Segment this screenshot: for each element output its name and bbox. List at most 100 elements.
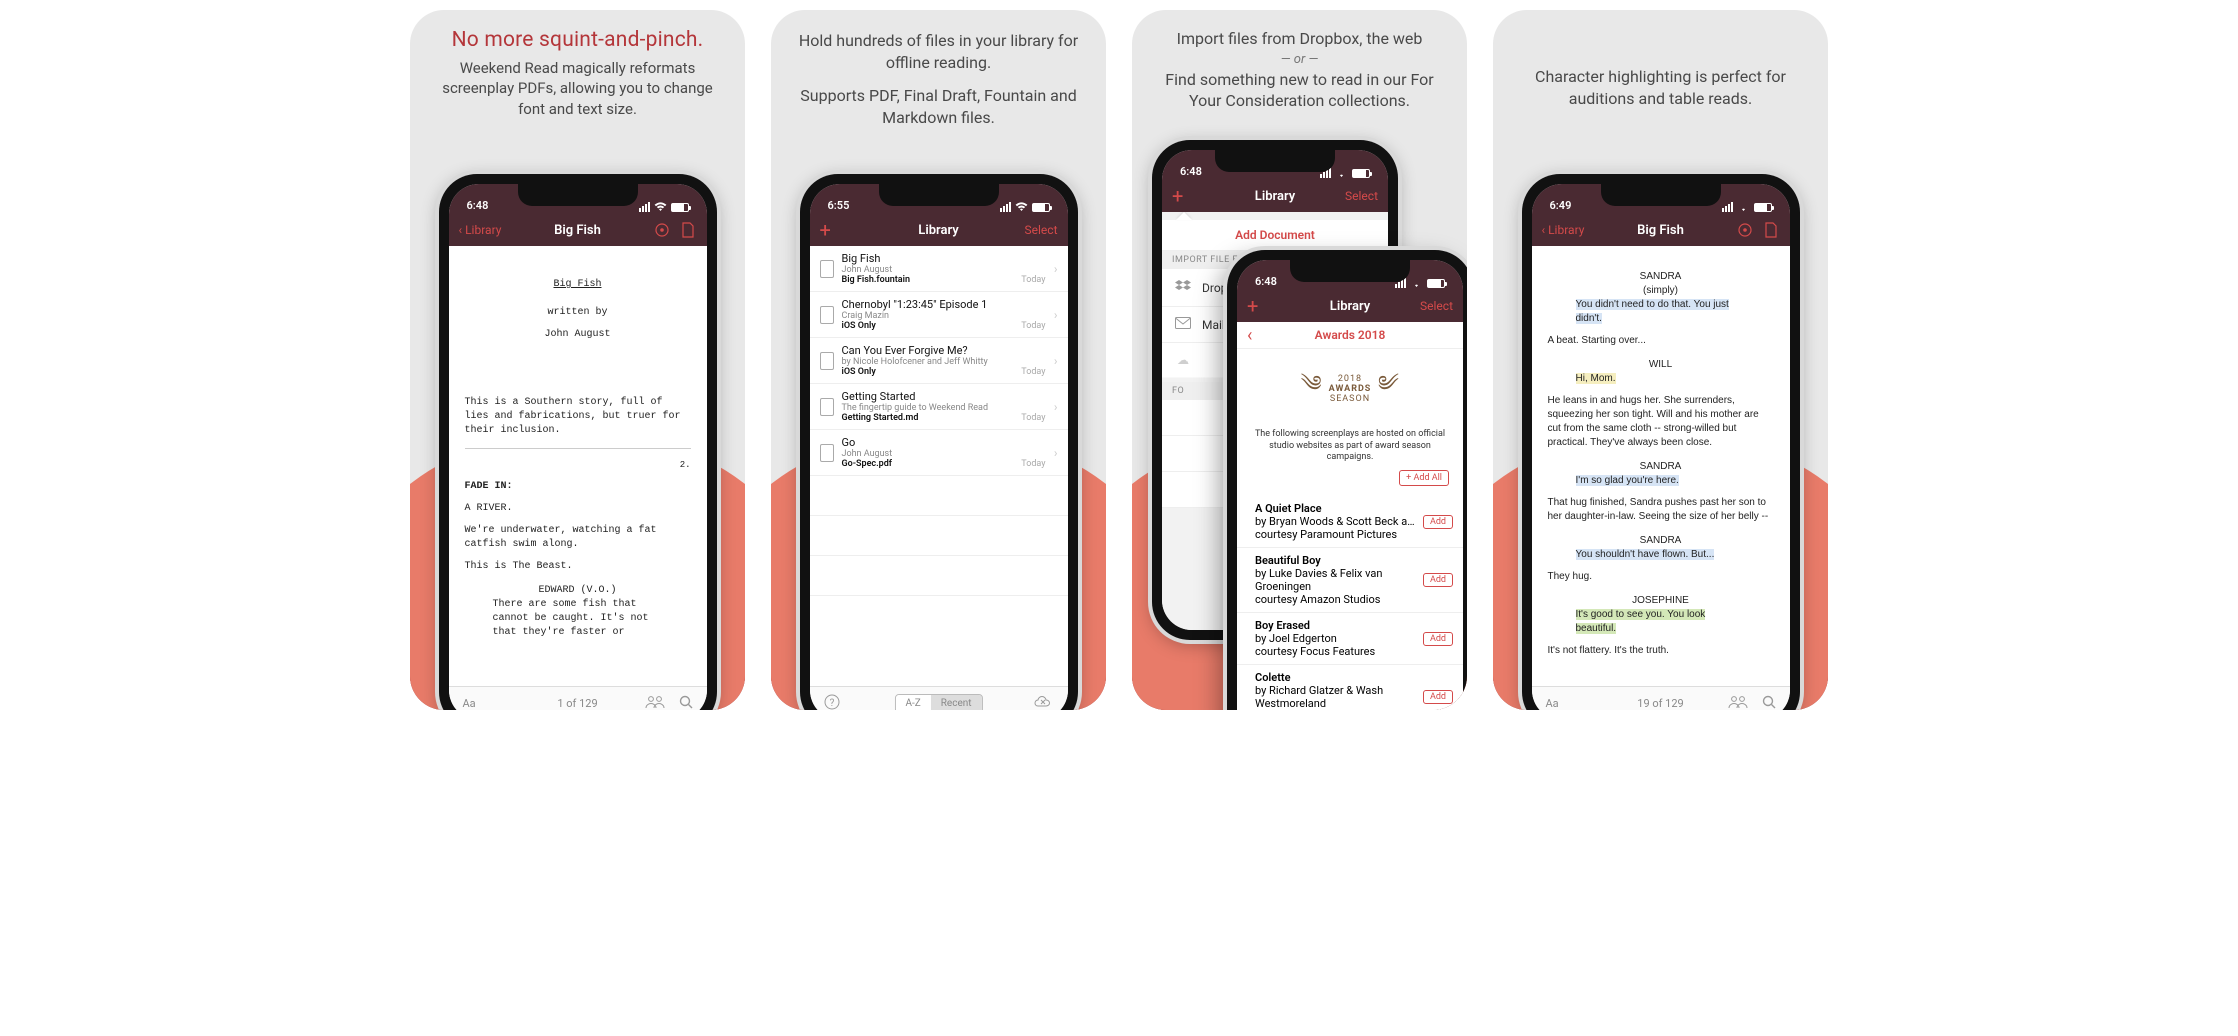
add-button[interactable]: Add: [1423, 573, 1453, 587]
document-icon: [820, 352, 834, 370]
document-icon[interactable]: [1762, 221, 1780, 239]
navbar: + Library Select: [1162, 180, 1388, 212]
library-item[interactable]: Go John August Go-Spec.pdf Today ›: [810, 430, 1068, 476]
dialogue-line: There are some fish that cannot be caugh…: [493, 598, 663, 640]
library-item[interactable]: Getting Started The fingertip guide to W…: [810, 384, 1068, 430]
status-icons: [1000, 202, 1050, 212]
item-date: Today: [1021, 275, 1045, 285]
page-divider: [465, 448, 691, 449]
search-icon[interactable]: [1762, 695, 1776, 710]
wifi-icon: [654, 202, 667, 212]
navbar-title: Big Fish: [1637, 223, 1684, 238]
library-item[interactable]: Chernobyl "1:23:45" Episode 1 Craig Mazi…: [810, 292, 1068, 338]
sort-segment[interactable]: A-Z Recent: [894, 694, 982, 710]
document-icon[interactable]: [679, 221, 697, 239]
target-icon[interactable]: [653, 221, 671, 239]
pane-3-or: — or —: [1281, 50, 1319, 69]
library-list[interactable]: Big Fish John August Big Fish.fountain T…: [810, 246, 1068, 686]
library-item[interactable]: Can You Ever Forgive Me? by Nicole Holof…: [810, 338, 1068, 384]
status-time: 6:48: [1180, 165, 1202, 178]
screenplay-content[interactable]: Big Fish written by John August This is …: [449, 246, 707, 686]
add-all-button[interactable]: + Add All: [1399, 470, 1449, 486]
font-button[interactable]: Aa: [1546, 697, 1559, 710]
screenplay-highlighted[interactable]: SANDRA (simply) You didn't need to do th…: [1532, 246, 1790, 686]
character-cue: EDWARD (V.O.): [465, 584, 691, 598]
back-button[interactable]: ‹ Library: [1542, 223, 1585, 237]
item-filename: iOS Only: [842, 321, 1046, 331]
item-title: Go: [842, 436, 1046, 449]
document-icon: [820, 306, 834, 324]
action-hug: He leans in and hugs her. She surrenders…: [1548, 394, 1774, 450]
wifi-icon: [1737, 202, 1750, 212]
cue-will: WILL: [1548, 358, 1774, 372]
item-title: Can You Ever Forgive Me?: [842, 344, 1046, 357]
award-item[interactable]: Boy Erased by Joel Edgerton courtesy Foc…: [1237, 613, 1463, 665]
status-icons: [639, 202, 689, 212]
mail-icon: [1174, 317, 1192, 332]
item-title: Big Fish: [842, 252, 1046, 265]
pane-4-title: Character highlighting is perfect for au…: [1493, 10, 1828, 109]
promo-pane-1: No more squint-and-pinch. Weekend Read m…: [410, 10, 745, 710]
item-filename: Getting Started.md: [842, 413, 1046, 423]
library-item[interactable]: Big Fish John August Big Fish.fountain T…: [810, 246, 1068, 292]
action-beat: A beat. Starting over...: [1548, 334, 1774, 348]
select-button[interactable]: Select: [1025, 223, 1058, 237]
signal-icon: [1000, 202, 1011, 212]
action-flattery: It's not flattery. It's the truth.: [1548, 644, 1774, 658]
add-button[interactable]: Add: [1423, 690, 1453, 704]
document-icon: [820, 260, 834, 278]
navbar-title: Library: [918, 223, 958, 238]
font-button[interactable]: Aa: [463, 697, 476, 710]
back-button[interactable]: ‹ Library: [459, 223, 502, 237]
award-title: Colette: [1255, 671, 1415, 684]
search-icon[interactable]: [679, 695, 693, 710]
pane-3-title-a: Import files from Dropbox, the web: [1151, 10, 1449, 50]
chevron-right-icon: ›: [1054, 400, 1058, 414]
wifi-icon: [1015, 202, 1028, 212]
cloud-delete-icon[interactable]: [1034, 695, 1054, 710]
award-item[interactable]: Colette by Richard Glatzer & Wash Westmo…: [1237, 665, 1463, 710]
sort-az[interactable]: A-Z: [895, 695, 930, 710]
wifi-icon: [1335, 168, 1348, 178]
status-time: 6:48: [1255, 275, 1277, 288]
status-time: 6:49: [1550, 199, 1572, 212]
action-1: We're underwater, watching a fat catfish…: [465, 524, 691, 552]
add-button[interactable]: +: [1172, 191, 1183, 201]
help-icon[interactable]: ?: [824, 694, 840, 710]
award-item[interactable]: A Quiet Place by Bryan Woods & Scott Bec…: [1237, 496, 1463, 548]
cue-sandra-1: SANDRA: [1548, 270, 1774, 284]
sort-recent[interactable]: Recent: [931, 695, 982, 710]
phone-mockup-1: 6:48 ‹ Library Big Fish: [439, 174, 717, 710]
navbar: ‹ Library Big Fish: [449, 214, 707, 246]
notch: [518, 184, 638, 206]
library-item-empty: [810, 476, 1068, 516]
promo-pane-2: Hold hundreds of files in your library f…: [771, 10, 1106, 710]
select-button[interactable]: Select: [1420, 299, 1453, 313]
page-number: 2.: [465, 459, 691, 472]
chevron-right-icon: ›: [1054, 262, 1058, 276]
add-button[interactable]: Add: [1423, 632, 1453, 646]
chevron-right-icon: ›: [1054, 308, 1058, 322]
award-source: courtesy Focus Features: [1255, 645, 1415, 658]
item-author: by Nicole Holofcener and Jeff Whitty: [842, 357, 1046, 367]
awards-content[interactable]: ‹ Awards 2018 ༄ 2018 AWARDS SEASON ༄ The…: [1237, 322, 1463, 710]
paren-simply: (simply): [1576, 284, 1746, 298]
add-button[interactable]: +: [820, 225, 831, 235]
item-date: Today: [1021, 459, 1045, 469]
popover-title: Add Document: [1162, 220, 1388, 251]
laurel-season: SEASON: [1329, 395, 1372, 405]
award-item[interactable]: Beautiful Boy by Luke Davies & Felix van…: [1237, 548, 1463, 613]
characters-icon[interactable]: [645, 695, 665, 710]
item-date: Today: [1021, 321, 1045, 331]
select-button[interactable]: Select: [1345, 189, 1378, 203]
characters-icon[interactable]: [1728, 695, 1748, 710]
signal-icon: [639, 202, 650, 212]
add-button[interactable]: +: [1247, 301, 1258, 311]
cloud-icon: ☁: [1174, 353, 1192, 367]
pane-2-subtitle: Supports PDF, Final Draft, Fountain and …: [771, 73, 1106, 128]
target-icon[interactable]: [1736, 221, 1754, 239]
add-button[interactable]: Add: [1423, 515, 1453, 529]
fade-in: FADE IN:: [465, 480, 691, 494]
back-chevron-icon[interactable]: ‹: [1247, 325, 1252, 346]
battery-icon: [671, 203, 689, 212]
